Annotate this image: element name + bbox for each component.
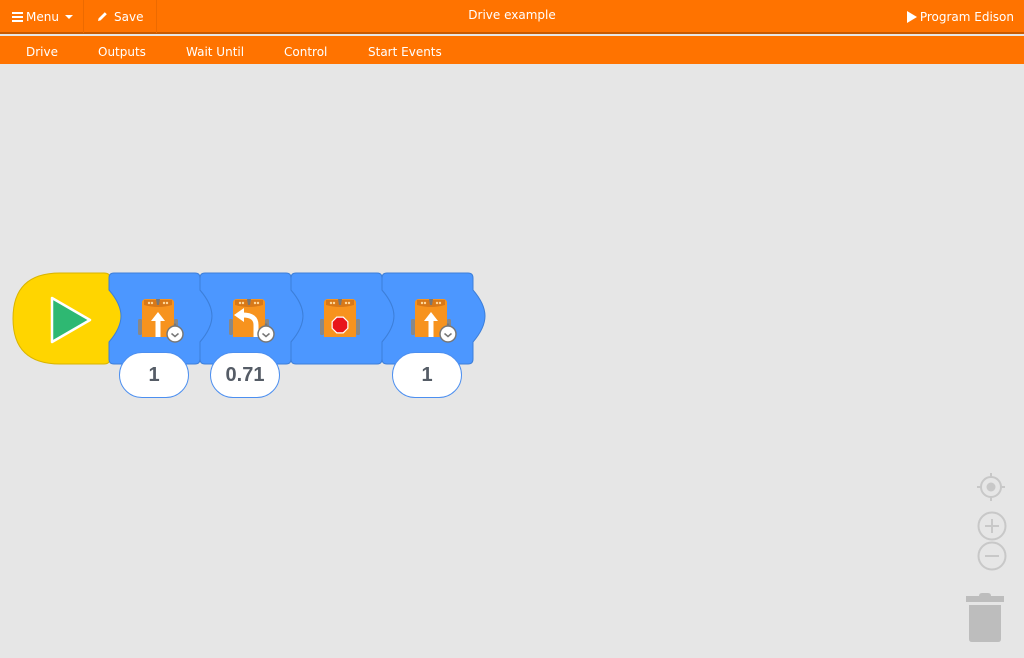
program-edison-button[interactable]: Program Edison [906,0,1014,33]
tab-drive[interactable]: Drive [26,36,58,64]
zoom-in-icon[interactable] [976,510,1008,542]
hamburger-icon [12,12,23,22]
tab-outputs[interactable]: Outputs [98,36,146,64]
play-icon [906,10,917,23]
drive-forward-time-block[interactable] [381,272,486,365]
caret-down-icon [64,14,73,19]
trash-icon[interactable] [964,592,1006,644]
start-block[interactable] [12,272,123,365]
stop-block[interactable] [290,272,395,365]
pencil-icon [98,12,107,21]
drive-forward-time-block[interactable] [108,272,213,365]
save-button[interactable]: Save [84,0,157,33]
workspace-canvas[interactable]: 1 0.71 1 [0,64,1024,658]
recenter-icon[interactable] [976,472,1006,502]
menu-button[interactable]: Menu [0,0,84,33]
top-bar: Menu Save Drive example Program Edison [0,0,1024,34]
save-label: Save [114,9,144,24]
zoom-out-icon[interactable] [976,540,1008,572]
menu-label: Menu [26,9,59,24]
value-field-2[interactable]: 0.71 [210,352,280,398]
robot-stop-icon [320,299,360,337]
program-label: Program Edison [919,9,1014,24]
tab-control[interactable]: Control [284,36,327,64]
tab-start-events[interactable]: Start Events [368,36,442,64]
category-tabs: Drive Outputs Wait Until Control Start E… [0,36,1024,64]
value-field-4[interactable]: 1 [392,352,462,398]
value-field-1[interactable]: 1 [119,352,189,398]
tab-wait-until[interactable]: Wait Until [186,36,244,64]
turn-left-time-block[interactable] [199,272,304,365]
